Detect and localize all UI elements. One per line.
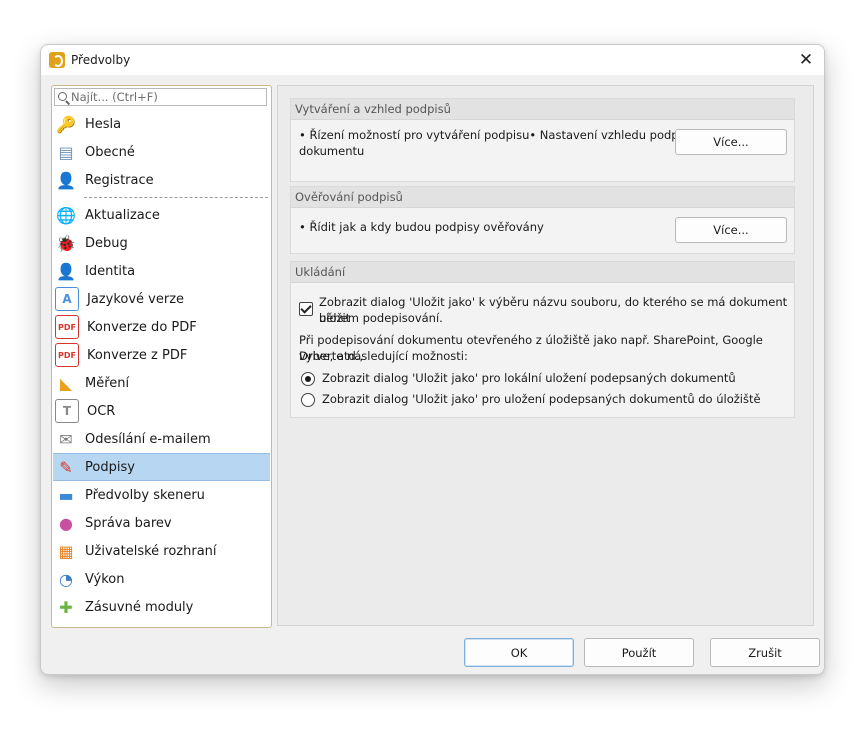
gauge-icon: ◔	[59, 569, 73, 589]
sidebar-item-výkon[interactable]: ◔ Výkon	[53, 565, 270, 593]
sidebar-item-předvolby-skeneru[interactable]: ▬ Předvolby skeneru	[53, 481, 270, 509]
sidebar-item-label: Odesílání e-mailem	[85, 431, 211, 447]
close-button[interactable]: ✕	[794, 49, 818, 71]
cancel-button[interactable]: Zrušit	[710, 638, 820, 667]
sidebar-item-hesla[interactable]: 🔑 Hesla	[53, 110, 270, 138]
sidebar-item-konverze-do-pdf[interactable]: PDF Konverze do PDF	[53, 313, 270, 341]
create-more-button[interactable]: Více...	[675, 129, 787, 155]
radio-storage-save-label: Zobrazit dialog 'Uložit jako' pro uložen…	[322, 392, 761, 406]
sidebar-item-label: Registrace	[85, 172, 154, 188]
sidebar-item-podpisy[interactable]: ✎ Podpisy	[53, 453, 270, 481]
puzzle-icon: ✚	[59, 597, 73, 617]
language-icon: A	[55, 287, 79, 311]
sidebar-item-identita[interactable]: 👤 Identita	[53, 257, 270, 285]
sidebar-item-label: Jazykové verze	[87, 291, 185, 307]
category-list: 🔑 Hesla ▤ Obecné 👤 Registrace 🌐 Aktualizace 🐞 Deb…	[51, 85, 272, 628]
general-settings-icon: ▤	[58, 142, 74, 162]
scanner-icon: ▬	[58, 485, 74, 505]
sidebar-item-label: Debug	[85, 235, 128, 251]
signature-icon: ✎	[59, 457, 73, 477]
sidebar-item-label: Aktualizace	[85, 207, 160, 223]
close-icon: ✕	[798, 50, 814, 70]
sidebar-item-label: Podpisy	[85, 459, 135, 475]
sidebar-item-zásuvné-moduly[interactable]: ✚ Zásuvné moduly	[53, 593, 270, 621]
color-wheel-icon: ●	[59, 513, 73, 533]
key-icon: 🔑	[56, 114, 76, 134]
sidebar-item-label: Identita	[85, 263, 136, 279]
group-verify-signatures: Ověřování podpisů • Řídit jak a kdy budo…	[290, 186, 795, 254]
sidebar-item-debug[interactable]: 🐞 Debug	[53, 229, 270, 257]
save-as-checkbox[interactable]	[299, 302, 313, 316]
search-box[interactable]	[54, 88, 267, 106]
sidebar-item-label: Měření	[85, 375, 130, 391]
sidebar-item-ocr[interactable]: T OCR	[53, 397, 270, 425]
convert-to-pdf-icon: PDF	[55, 315, 79, 339]
signatures-panel: Vytváření a vzhled podpisů • Řízení možn…	[277, 85, 814, 626]
group-title: Vytváření a vzhled podpisů	[291, 99, 794, 120]
sidebar-item-label: Předvolby skeneru	[85, 487, 205, 503]
create-description-line1: • Řízení možností pro vytváření podpisu•…	[299, 128, 706, 142]
list-separator	[84, 197, 268, 198]
sidebar-item-odesílání-e-mailem[interactable]: ✉ Odesílání e-mailem	[53, 425, 270, 453]
sidebar-item-label: Konverze do PDF	[87, 319, 197, 335]
sidebar-item-aktualizace[interactable]: 🌐 Aktualizace	[53, 201, 270, 229]
create-description-line2: dokumentu	[299, 144, 365, 158]
sidebar-item-label: Hesla	[85, 116, 122, 132]
group-title: Ukládání	[291, 262, 794, 283]
convert-from-pdf-icon: PDF	[55, 343, 79, 367]
group-saving: Ukládání Zobrazit dialog 'Uložit jako' k…	[290, 261, 795, 418]
verify-description: • Řídit jak a kdy budou podpisy ověřován…	[299, 220, 544, 234]
sidebar-item-uživatelské-rozhraní[interactable]: ▦ Uživatelské rozhraní	[53, 537, 270, 565]
sidebar-item-label: Uživatelské rozhraní	[85, 543, 217, 559]
save-as-label-line2: během podepisování.	[319, 311, 443, 325]
sidebar-item-label: Výkon	[85, 571, 125, 587]
sidebar-item-měření[interactable]: ◣ Měření	[53, 369, 270, 397]
envelope-icon: ✉	[59, 429, 73, 449]
sidebar-item-správa-barev[interactable]: ● Správa barev	[53, 509, 270, 537]
ocr-icon: T	[55, 399, 79, 423]
globe-icon: 🌐	[56, 205, 76, 225]
sidebar-item-label: Konverze z PDF	[87, 347, 188, 363]
window-title: Předvolby	[71, 53, 131, 67]
radio-storage-save[interactable]	[301, 393, 315, 407]
group-create-signatures: Vytváření a vzhled podpisů • Řízení možn…	[290, 98, 795, 182]
ok-button[interactable]: OK	[464, 638, 574, 667]
user-interface-icon: ▦	[58, 541, 74, 561]
dialog-footer: OK Použít Zrušit	[41, 635, 824, 674]
search-icon	[58, 92, 67, 101]
bug-icon: 🐞	[56, 233, 76, 253]
group-title: Ověřování podpisů	[291, 187, 794, 208]
title-bar: Předvolby ✕	[41, 45, 824, 75]
identity-icon: 👤	[56, 261, 76, 281]
sidebar-item-label: Zásuvné moduly	[85, 599, 194, 615]
sidebar-item-label: Obecné	[85, 144, 135, 160]
sidebar-item-registrace[interactable]: 👤 Registrace	[53, 166, 270, 194]
sidebar-item-label: Správa barev	[85, 515, 172, 531]
sidebar-item-konverze-z-pdf[interactable]: PDF Konverze z PDF	[53, 341, 270, 369]
radio-local-save[interactable]	[301, 372, 315, 386]
app-logo-icon	[49, 52, 65, 68]
search-input[interactable]	[71, 89, 261, 105]
sidebar-item-label: OCR	[87, 403, 116, 419]
sidebar-item-obecné[interactable]: ▤ Obecné	[53, 138, 270, 166]
verify-more-button[interactable]: Více...	[675, 217, 787, 243]
registration-icon: 👤	[56, 170, 76, 190]
radio-local-save-label: Zobrazit dialog 'Uložit jako' pro lokáln…	[322, 371, 736, 385]
ruler-icon: ◣	[59, 373, 73, 393]
storage-info-line2: vyberte následující možnosti:	[299, 349, 468, 363]
apply-button[interactable]: Použít	[584, 638, 694, 667]
preferences-dialog: Předvolby ✕ 🔑 Hesla ▤ Obecné 👤 Registrace 🌐 Akt…	[40, 44, 825, 675]
sidebar-item-jazykové-verze[interactable]: A Jazykové verze	[53, 285, 270, 313]
